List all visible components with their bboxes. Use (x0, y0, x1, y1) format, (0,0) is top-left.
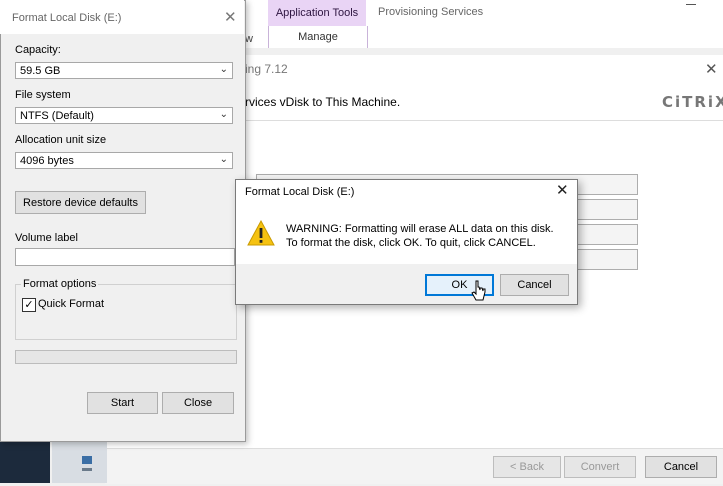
wizard-title: ing 7.12 (245, 62, 288, 76)
chevron-down-icon: ⌄ (219, 154, 228, 165)
capacity-select[interactable]: 59.5 GB ⌄ (15, 62, 233, 79)
tab-provisioning-services[interactable]: Provisioning Services (378, 6, 483, 18)
tab-application-tools[interactable]: Application Tools (268, 0, 366, 26)
chevron-down-icon: ⌄ (219, 64, 228, 75)
close-button[interactable]: Close (162, 392, 234, 414)
warning-message-line2: To format the disk, click OK. To quit, c… (286, 237, 536, 249)
chevron-down-icon: ⌄ (219, 109, 228, 120)
volume-label: Volume label (15, 232, 78, 244)
back-button[interactable]: < Back (493, 456, 561, 478)
quick-format-label[interactable]: Quick Format (38, 298, 104, 310)
format-dialog-title: Format Local Disk (E:) (12, 12, 122, 24)
warning-dialog-title: Format Local Disk (E:) (245, 186, 355, 198)
restore-defaults-button[interactable]: Restore device defaults (15, 191, 146, 214)
citrix-logo: CiTRiX (662, 93, 723, 111)
cancel-button[interactable]: Cancel (500, 274, 569, 296)
minimize-icon[interactable] (686, 4, 696, 6)
convert-button[interactable]: Convert (564, 456, 636, 478)
wizard-close-icon[interactable]: ✕ (705, 60, 718, 78)
network-icon (82, 456, 92, 471)
close-icon[interactable]: ✕ (224, 8, 237, 26)
wizard-cancel-button[interactable]: Cancel (645, 456, 717, 478)
quick-format-checkbox[interactable]: ✓ (22, 298, 36, 312)
pointer-cursor-icon (471, 280, 487, 305)
filesystem-value: NTFS (Default) (20, 109, 94, 122)
taskbar-area (52, 442, 107, 483)
warning-message-line1: WARNING: Formatting will erase ALL data … (286, 223, 554, 235)
close-icon[interactable]: ✕ (556, 181, 569, 199)
capacity-value: 59.5 GB (20, 64, 61, 77)
format-options-label: Format options (21, 278, 99, 290)
allocation-label: Allocation unit size (15, 134, 107, 146)
warning-icon (247, 219, 275, 249)
volume-label-input[interactable] (15, 248, 235, 266)
filesystem-select[interactable]: NTFS (Default) ⌄ (15, 107, 233, 124)
ribbon-tab-view[interactable]: w (245, 33, 253, 45)
capacity-label: Capacity: (15, 44, 61, 56)
start-button[interactable]: Start (87, 392, 158, 414)
wizard-heading: rvices vDisk to This Machine. (245, 95, 401, 109)
filesystem-label: File system (15, 89, 71, 101)
allocation-value: 4096 bytes (20, 154, 74, 167)
ribbon-tab-manage[interactable]: Manage (268, 26, 368, 48)
desktop-background (0, 440, 50, 483)
allocation-select[interactable]: 4096 bytes ⌄ (15, 152, 233, 169)
format-progress-bar (15, 350, 237, 364)
format-options-group (15, 284, 237, 340)
